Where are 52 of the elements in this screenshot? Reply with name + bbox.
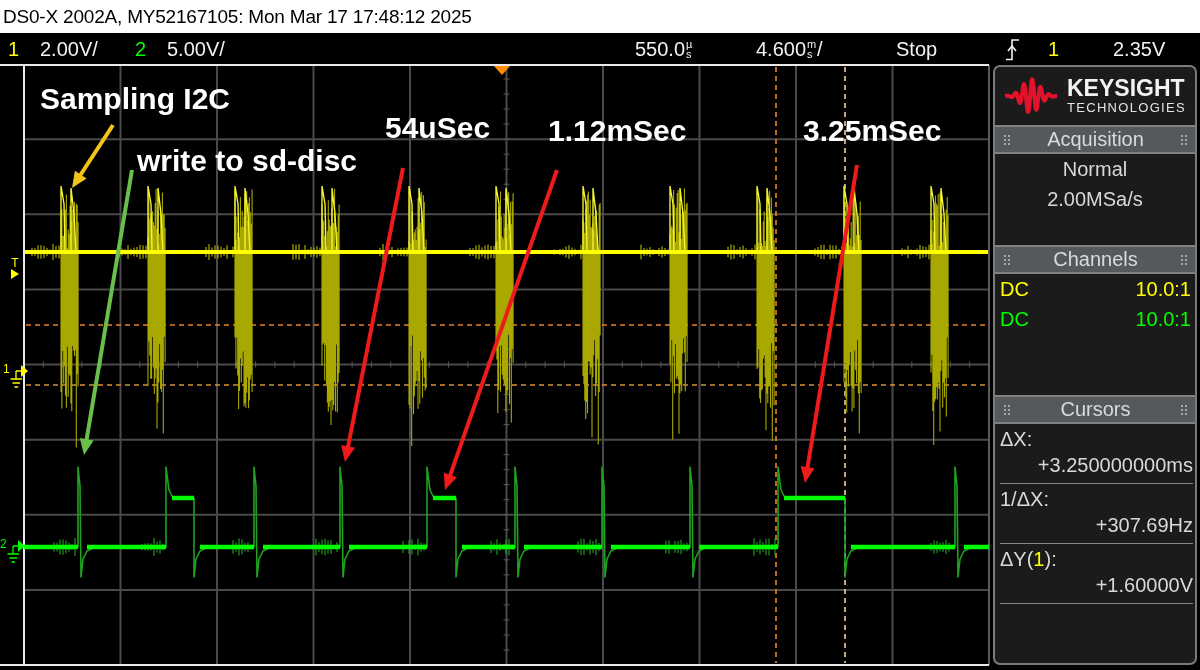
annotation-label: 1.12mSec	[548, 116, 687, 146]
window-title: DS0-X 2002A, MY52167105: Mon Mar 17 17:48:12 2025	[0, 0, 1200, 33]
coupling-label: DC	[1000, 277, 1029, 302]
cursor-label: 1/ΔX:	[1000, 487, 1049, 512]
annotation-label: 54uSec	[385, 113, 491, 143]
grip-icon	[1181, 404, 1187, 415]
channel-number: 2	[135, 36, 147, 61]
annotation-label: 3.25mSec	[803, 116, 942, 146]
probe-ratio: 10.0:1	[1135, 307, 1191, 332]
marker-label: 1	[3, 363, 10, 375]
cursor-label: ΔX:	[1000, 427, 1033, 452]
grip-icon	[1181, 134, 1187, 145]
cursor-label: ):	[1044, 547, 1057, 572]
timebase-unit: ms	[807, 38, 817, 59]
annotation-label: write to sd-disc	[137, 146, 358, 176]
annotation-label: Sampling I2C	[40, 84, 231, 114]
cursor-label: ΔY(	[1000, 547, 1034, 572]
grip-icon	[1004, 254, 1010, 265]
trigger-level: 2.35V	[1113, 36, 1166, 61]
trigger-position-icon	[494, 66, 510, 75]
trigger-level-icon	[11, 269, 19, 279]
channel-number: 1	[8, 36, 20, 61]
timebase-value: 4.600	[756, 36, 807, 61]
cursor-value: +1.60000V	[1095, 573, 1193, 598]
run-state: Stop	[896, 36, 938, 61]
vertical-scale: 2.00V/	[40, 36, 98, 61]
section-title: Channels	[1053, 247, 1138, 272]
section-title: Cursors	[1060, 397, 1131, 422]
rising-edge-icon	[1006, 38, 1019, 61]
marker-label: 2	[0, 538, 7, 550]
ground-marker-icon	[9, 363, 28, 388]
coupling-label: DC	[1000, 307, 1029, 332]
delay-value: 550.0	[635, 36, 686, 61]
timebase-suffix: /	[816, 36, 823, 61]
logo-wordmark: KEYSIGHT	[1067, 76, 1185, 100]
channel-number: 1	[1033, 547, 1045, 572]
grip-icon	[1181, 254, 1187, 265]
probe-ratio: 10.0:1	[1135, 277, 1191, 302]
logo-subtitle: TECHNOLOGIES	[1067, 100, 1186, 116]
sample-rate: 2.00MSa/s	[1047, 187, 1143, 212]
cursor-value: +307.69Hz	[1095, 513, 1193, 538]
delay-unit: µs	[686, 38, 694, 59]
marker-label: T	[11, 257, 19, 269]
grip-icon	[1004, 134, 1010, 145]
grip-icon	[1004, 404, 1010, 415]
ground-marker-icon	[6, 538, 25, 563]
acquisition-mode: Normal	[1062, 157, 1128, 182]
logo-wave-icon	[1003, 75, 1059, 117]
cursor-value: +3.250000000ms	[1037, 453, 1193, 478]
vertical-scale: 5.00V/	[167, 36, 225, 61]
trigger-source: 1	[1048, 36, 1060, 61]
section-title: Acquisition	[1047, 127, 1144, 152]
